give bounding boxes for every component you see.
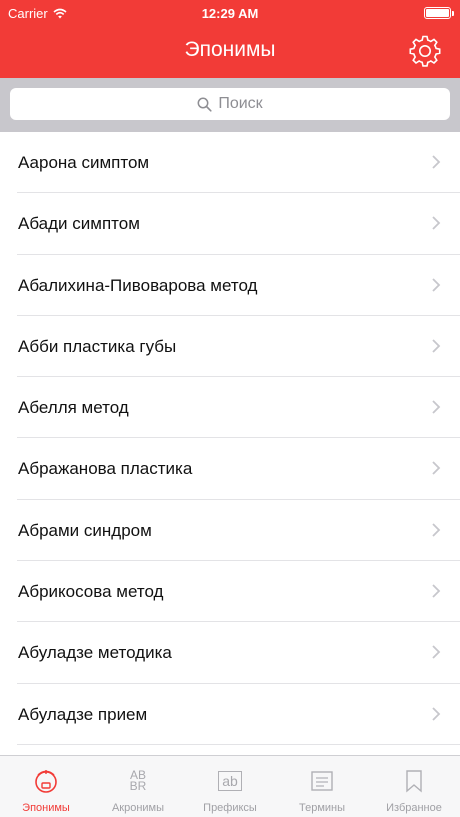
bookmark-icon bbox=[397, 764, 431, 798]
list-item[interactable]: Абрикосова метод bbox=[17, 561, 460, 623]
tab-prefixes[interactable]: ab Префиксы bbox=[184, 756, 276, 817]
list-item-label: Абуладзе методика bbox=[18, 643, 172, 663]
list-item[interactable]: Абалихина-Пивоварова метод bbox=[17, 255, 460, 316]
chevron-right-icon bbox=[432, 277, 441, 292]
list-item[interactable]: Абуладзе методика bbox=[17, 622, 460, 684]
list-item-label: Абби пластика губы bbox=[18, 336, 177, 356]
list-item-label: Абражанова пластика bbox=[18, 459, 193, 479]
page-title: Эпонимы bbox=[184, 38, 276, 61]
doctor-icon bbox=[29, 764, 63, 798]
navigation-header: Carrier 12:29 AM Эпонимы bbox=[0, 0, 460, 78]
list-item[interactable]: Абуладзе прием bbox=[17, 684, 460, 745]
chevron-right-icon bbox=[432, 216, 441, 230]
tab-eponyms[interactable]: Эпонимы bbox=[0, 756, 92, 817]
tab-label: Термины bbox=[298, 802, 346, 814]
chevron-right-icon bbox=[432, 400, 441, 414]
chevron-right-icon bbox=[432, 461, 441, 476]
list-item-label: Абрикосова метод bbox=[18, 582, 164, 602]
list-item[interactable]: Абби пластика губы bbox=[17, 316, 460, 378]
chevron-right-icon bbox=[432, 645, 441, 660]
tab-terms[interactable]: Термины bbox=[276, 756, 368, 817]
list-item-label: Аарона симптом bbox=[18, 153, 150, 172]
chevron-right-icon bbox=[432, 707, 441, 721]
chevron-right-icon bbox=[432, 155, 441, 169]
abbreviation-icon: AB BR bbox=[121, 764, 155, 798]
list-item[interactable]: Аарона симптом bbox=[17, 132, 460, 194]
list-item-label: Абуладзе прием bbox=[18, 704, 148, 724]
prefix-icon-text: ab bbox=[218, 771, 242, 791]
search-input[interactable]: Поиск bbox=[10, 88, 450, 120]
status-bar: Carrier 12:29 AM bbox=[0, 0, 460, 26]
chevron-right-icon bbox=[432, 339, 441, 353]
list-item[interactable]: Абражанова пластика bbox=[17, 438, 460, 500]
tab-label: Избранное bbox=[386, 802, 442, 814]
tab-bar: Эпонимы AB BR Акронимы ab Префиксы Терми… bbox=[0, 755, 460, 817]
list-item[interactable]: Абелля метод bbox=[17, 377, 460, 439]
list-item[interactable]: Абади симптом bbox=[17, 193, 460, 255]
gear-icon[interactable] bbox=[408, 34, 442, 68]
list-item-label: Абади симптом bbox=[18, 214, 140, 234]
list-item-label: Абелля метод bbox=[18, 398, 129, 418]
battery-icon bbox=[424, 7, 454, 19]
tab-label: Префиксы bbox=[203, 802, 257, 814]
tab-label: Эпонимы bbox=[22, 802, 70, 814]
chevron-right-icon bbox=[432, 523, 441, 537]
abbreviation-icon-bottom: BR bbox=[129, 779, 147, 793]
prefix-icon: ab bbox=[213, 764, 247, 798]
search-placeholder: Поиск bbox=[218, 95, 263, 112]
list-item-label: Абрами синдром bbox=[18, 520, 152, 540]
status-time: 12:29 AM bbox=[201, 6, 259, 21]
terms-icon bbox=[305, 764, 339, 798]
tab-label: Акронимы bbox=[111, 802, 165, 814]
list-item-label: Абалихина-Пивоварова метод bbox=[18, 275, 258, 295]
search-icon bbox=[197, 97, 212, 112]
tab-favorites[interactable]: Избранное bbox=[368, 756, 460, 817]
search-bar: Поиск bbox=[0, 78, 460, 132]
eponym-list: Аарона симптом Абади симптом Абалихина-П… bbox=[0, 132, 460, 745]
list-item[interactable]: Абрами синдром bbox=[17, 500, 460, 562]
chevron-right-icon bbox=[432, 584, 441, 598]
tab-acronyms[interactable]: AB BR Акронимы bbox=[92, 756, 184, 817]
